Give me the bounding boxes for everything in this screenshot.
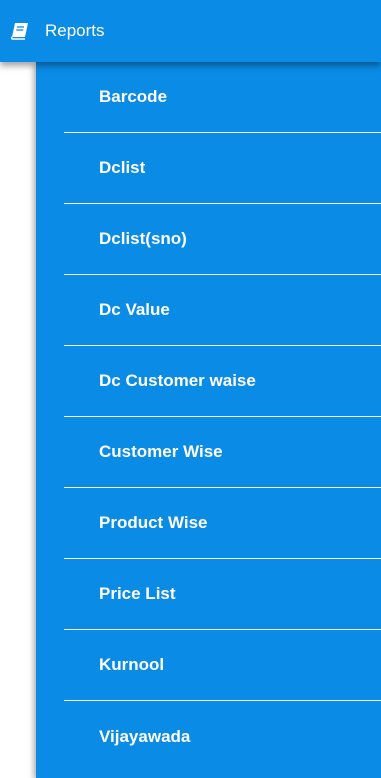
submenu-item-dc-value[interactable]: Dc Value xyxy=(64,275,381,346)
submenu-item-vijayawada[interactable]: Vijayawada xyxy=(64,701,381,772)
submenu-item-dclist-sno[interactable]: Dclist(sno) xyxy=(64,204,381,275)
reports-menu-header[interactable]: Reports xyxy=(0,0,381,62)
submenu-item-price-list[interactable]: Price List xyxy=(64,559,381,630)
submenu-item-label: Price List xyxy=(99,584,176,603)
submenu-item-barcode[interactable]: Barcode xyxy=(64,62,381,133)
submenu-item-kurnool[interactable]: Kurnool xyxy=(64,630,381,701)
submenu-item-label: Dclist(sno) xyxy=(99,229,187,248)
reports-submenu-list: Barcode Dclist Dclist(sno) Dc Value Dc C… xyxy=(64,62,381,772)
submenu-item-product-wise[interactable]: Product Wise xyxy=(64,488,381,559)
submenu-item-label: Customer Wise xyxy=(99,442,223,461)
submenu-item-label: Dc Customer waise xyxy=(99,371,256,390)
submenu-item-dclist[interactable]: Dclist xyxy=(64,133,381,204)
reports-menu: Reports Barcode Dclist Dclist(sno) Dc Va… xyxy=(0,0,381,778)
submenu-item-label: Dclist xyxy=(99,158,146,177)
book-icon xyxy=(9,21,31,41)
submenu-item-label: Dc Value xyxy=(99,300,170,319)
reports-menu-label: Reports xyxy=(45,21,105,40)
submenu-item-customer-wise[interactable]: Customer Wise xyxy=(64,417,381,488)
submenu-item-label: Product Wise xyxy=(99,513,208,532)
submenu-item-dc-customer-waise[interactable]: Dc Customer waise xyxy=(64,346,381,417)
submenu-item-label: Vijayawada xyxy=(99,726,191,746)
submenu-item-label: Barcode xyxy=(99,87,168,106)
submenu-item-label: Kurnool xyxy=(99,655,165,674)
